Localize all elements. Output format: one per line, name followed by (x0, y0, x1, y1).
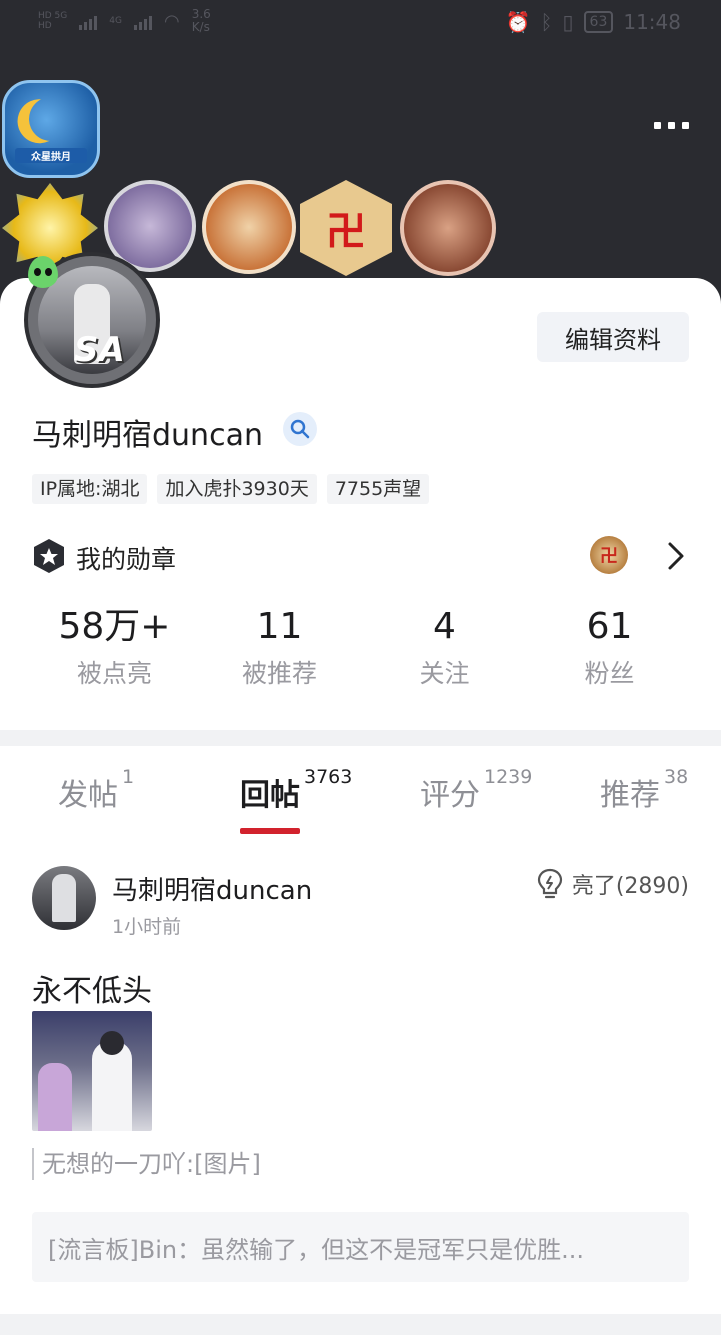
bottom-divider (0, 1314, 721, 1335)
tab-count: 38 (664, 766, 689, 788)
stat-label: 粉丝 (584, 659, 635, 688)
status-time: 11:48 (623, 10, 681, 34)
edit-profile-button[interactable]: 编辑资料 (537, 312, 689, 362)
alien-sticker-icon (28, 256, 58, 288)
my-medals-label: 我的勋章 (76, 545, 177, 574)
tab-count: 1239 (484, 766, 533, 788)
tab-posts[interactable]: 发帖1 (58, 766, 134, 814)
tab-replies[interactable]: 回帖3763 (240, 766, 352, 814)
stat-value: 61 (586, 606, 633, 647)
search-user-icon[interactable] (283, 412, 317, 446)
likes-count: 亮了(2890) (571, 874, 689, 899)
badge-top-label: 众星拱月 (15, 148, 87, 163)
vibrate-icon: ▯ (562, 10, 574, 34)
red-logo-badge[interactable]: 卍 (300, 180, 392, 276)
post-title[interactable]: 永不低头 (32, 966, 152, 1010)
post-author-name[interactable]: 马刺明宿duncan (112, 870, 312, 907)
profile-username: 马刺明宿duncan (32, 418, 263, 453)
star-moon-badge[interactable]: 众星拱月 (2, 80, 100, 178)
post-author-avatar[interactable] (32, 866, 96, 930)
alarm-icon: ⏰ (505, 10, 531, 34)
tab-count: 3763 (304, 766, 353, 788)
active-tab-indicator (240, 828, 300, 834)
chevron-right-icon (668, 542, 684, 570)
stat-following[interactable]: 4 关注 (362, 604, 527, 694)
signal-bars-icon (79, 12, 98, 30)
tab-label: 评分 (420, 778, 480, 813)
tab-ratings[interactable]: 评分1239 (420, 766, 532, 814)
thread-source-box[interactable]: [流言板]Bin：虽然输了，但这不是冠军只是优胜... (32, 1212, 689, 1282)
reputation-tag: 7755声望 (326, 474, 430, 504)
player-badge[interactable] (202, 180, 296, 274)
bluetooth-icon: ᛒ (540, 10, 553, 34)
post-image-thumbnail[interactable] (32, 1011, 152, 1131)
network-speed: 3.6 K/s (191, 7, 211, 34)
post-time: 1小时前 (112, 916, 182, 938)
stat-likes[interactable]: 58万+ 被点亮 (32, 604, 197, 694)
stat-followers[interactable]: 61 粉丝 (527, 604, 692, 694)
tab-label: 推荐 (600, 778, 660, 813)
battery-icon: 63 (583, 11, 614, 33)
status-bar: HD 5G HD 4G ◠ 3.6 K/s ⏰ ᛒ ▯ 63 11:48 (0, 0, 721, 48)
profile-tags: IP属地:湖北 加入虎扑3930天 7755声望 (32, 474, 430, 504)
ip-location-tag: IP属地:湖北 (32, 474, 148, 504)
stat-label: 关注 (419, 659, 470, 688)
moon-icon (23, 91, 79, 147)
tab-label: 回帖 (240, 778, 300, 813)
my-medals-row[interactable]: 我的勋章 卍 (32, 534, 690, 578)
stat-value: 4 (433, 606, 456, 647)
signal-icon: HD 5G HD (38, 11, 68, 31)
profile-stats: 58万+ 被点亮 11 被推荐 4 关注 61 粉丝 (0, 604, 721, 694)
stat-value: 58万+ (58, 606, 171, 647)
stat-recommended[interactable]: 11 被推荐 (197, 604, 362, 694)
post-likes[interactable]: 亮了(2890) (536, 868, 689, 900)
medal-icon (34, 539, 64, 573)
wifi-icon: ◠ (163, 10, 180, 32)
stat-value: 11 (256, 606, 303, 647)
content-tabs: 发帖1 回帖3763 评分1239 推荐38 (0, 746, 721, 840)
section-divider (0, 730, 721, 746)
medal-preview-icon: 卍 (590, 536, 628, 574)
tab-recommendations[interactable]: 推荐38 (600, 766, 688, 814)
signal-4g-icon: 4G (109, 16, 122, 26)
tab-count: 1 (122, 766, 135, 788)
signal-bars-2-icon (133, 12, 152, 30)
join-days-tag: 加入虎扑3930天 (157, 474, 317, 504)
bronze-badge[interactable] (400, 180, 496, 276)
more-menu-icon[interactable] (654, 122, 689, 129)
lightbulb-icon (537, 868, 562, 899)
tab-label: 发帖 (58, 778, 118, 813)
quoted-reply[interactable]: 无想的一刀吖:[图片] (32, 1148, 261, 1180)
stat-label: 被点亮 (76, 659, 152, 688)
stat-label: 被推荐 (241, 659, 317, 688)
